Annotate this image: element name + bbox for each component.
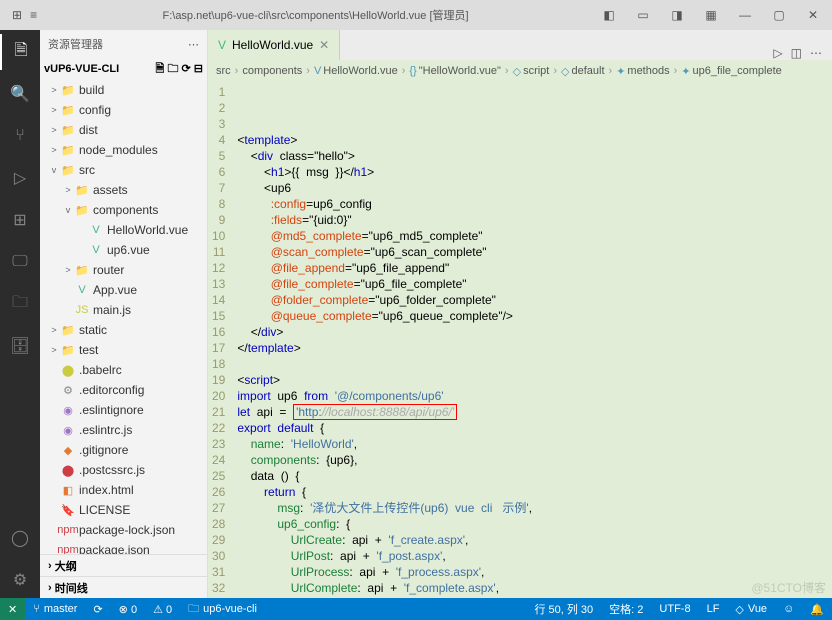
tree-item[interactable]: ◆.gitignore — [40, 440, 207, 460]
git-sync[interactable]: ⟳ — [85, 598, 110, 620]
tree-item[interactable]: >📁build — [40, 80, 207, 100]
tree-item[interactable]: ⬤.babelrc — [40, 360, 207, 380]
breadcrumb-item[interactable]: {} "HelloWorld.vue" — [409, 65, 501, 77]
encoding[interactable]: UTF-8 — [651, 598, 698, 620]
layout-toggle-icon[interactable]: ◧ — [594, 0, 624, 30]
settings-gear-icon[interactable]: ⚙ — [0, 562, 40, 598]
status-project[interactable]: 🗀up6-vue-cli — [180, 598, 265, 620]
language-mode[interactable]: ◇Vue — [727, 598, 775, 620]
remote-explorer-icon[interactable]: 🖵 — [0, 244, 40, 280]
app-icon: ⊞ — [12, 8, 22, 22]
remote-indicator[interactable]: ✕ — [0, 598, 25, 620]
extensions-icon[interactable]: ⊞ — [0, 202, 40, 238]
project-name: UP6-VUE-CLI — [50, 63, 119, 75]
breadcrumb[interactable]: src›components›V HelloWorld.vue›{} "Hell… — [208, 60, 832, 82]
tree-item[interactable]: ⬤.postcssrc.js — [40, 460, 207, 480]
code-editor[interactable]: 1234567891011121314151617181920212223242… — [208, 82, 832, 598]
tree-item[interactable]: >📁test — [40, 340, 207, 360]
eol[interactable]: LF — [699, 598, 728, 620]
customize-layout-icon[interactable]: ▦ — [696, 0, 726, 30]
close-icon[interactable]: ✕ — [798, 0, 828, 30]
refresh-icon[interactable]: ⟳ — [182, 63, 191, 75]
more-actions-icon[interactable]: ⋯ — [810, 46, 822, 60]
more-icon[interactable]: ⋯ — [188, 38, 199, 51]
tree-item[interactable]: npmpackage.json — [40, 540, 207, 554]
code-content[interactable]: @51CTO博客 <template> <div class="hello"> … — [233, 82, 832, 598]
new-folder-icon[interactable]: 🗀 — [167, 63, 178, 75]
title-bar: ⊞ ≡ F:\asp.net\up6-vue-cli\src\component… — [0, 0, 832, 30]
panel-toggle-icon[interactable]: ▭ — [628, 0, 658, 30]
tree-item[interactable]: ◉.eslintignore — [40, 400, 207, 420]
tree-item[interactable]: Vup6.vue — [40, 240, 207, 260]
editor-area: V HelloWorld.vue ✕ ▷ ◫ ⋯ src›components›… — [208, 30, 832, 598]
tree-item[interactable]: ⚙.editorconfig — [40, 380, 207, 400]
source-control-icon[interactable]: ⑂ — [0, 118, 40, 154]
feedback-icon[interactable]: ☺ — [775, 598, 802, 620]
tree-item[interactable]: >📁assets — [40, 180, 207, 200]
explorer-title: 资源管理器 — [48, 36, 103, 52]
account-icon[interactable]: ◯ — [0, 520, 40, 556]
window-title: F:\asp.net\up6-vue-cli\src\components\He… — [37, 7, 594, 23]
editor-tabs: V HelloWorld.vue ✕ ▷ ◫ ⋯ — [208, 30, 832, 60]
tree-item[interactable]: >📁dist — [40, 120, 207, 140]
new-file-icon[interactable]: 🗎 — [156, 63, 165, 75]
tree-item[interactable]: >📁static — [40, 320, 207, 340]
notifications-icon[interactable]: 🔔 — [802, 598, 832, 620]
hamburger-menu-icon[interactable]: ≡ — [30, 8, 37, 22]
breadcrumb-item[interactable]: components — [242, 65, 302, 77]
tree-item[interactable]: JSmain.js — [40, 300, 207, 320]
vue-file-icon: V — [218, 38, 226, 52]
collapse-icon[interactable]: ⊟ — [194, 63, 203, 75]
tree-item[interactable]: npmpackage-lock.json — [40, 520, 207, 540]
problems-errors[interactable]: ⊗ 0 — [111, 598, 145, 620]
tab-close-icon[interactable]: ✕ — [319, 38, 329, 52]
timeline-section[interactable]: › 时间线 — [40, 576, 207, 598]
status-bar: ✕ ⑂master ⟳ ⊗ 0 ⚠ 0 🗀up6-vue-cli 行 50, 列… — [0, 598, 832, 620]
git-branch[interactable]: ⑂master — [25, 598, 85, 620]
tree-item[interactable]: >📁router — [40, 260, 207, 280]
run-icon[interactable]: ▷ — [773, 46, 782, 60]
indentation[interactable]: 空格: 2 — [601, 598, 651, 620]
tree-item[interactable]: >📁config — [40, 100, 207, 120]
activity-bar: 🗎 🔍 ⑂ ▷ ⊞ 🖵 🗀 🗄 ◯ ⚙ — [0, 30, 40, 598]
tree-item[interactable]: 🔖LICENSE — [40, 500, 207, 520]
tree-item[interactable]: VHelloWorld.vue — [40, 220, 207, 240]
project-root[interactable]: v UP6-VUE-CLI 🗎 🗀 ⟳ ⊟ — [40, 58, 207, 80]
run-debug-icon[interactable]: ▷ — [0, 160, 40, 196]
tree-item[interactable]: v📁src — [40, 160, 207, 180]
breadcrumb-item[interactable]: src — [216, 65, 231, 77]
breadcrumb-item[interactable]: ◇ script — [513, 65, 550, 78]
tab-helloworld[interactable]: V HelloWorld.vue ✕ — [208, 30, 340, 60]
maximize-icon[interactable]: ▢ — [764, 0, 794, 30]
split-editor-icon[interactable]: ◫ — [791, 46, 802, 60]
database-icon[interactable]: 🗄 — [0, 328, 40, 364]
explorer-sidebar: 资源管理器 ⋯ v UP6-VUE-CLI 🗎 🗀 ⟳ ⊟ >📁build>📁c… — [40, 30, 208, 598]
problems-warnings[interactable]: ⚠ 0 — [145, 598, 180, 620]
breadcrumb-item[interactable]: ✦ up6_file_complete — [681, 65, 782, 78]
breadcrumb-item[interactable]: V HelloWorld.vue — [314, 65, 398, 77]
outline-section[interactable]: › 大纲 — [40, 554, 207, 576]
tree-item[interactable]: ◉.eslintrc.js — [40, 420, 207, 440]
tab-title: HelloWorld.vue — [232, 38, 313, 52]
cursor-position[interactable]: 行 50, 列 30 — [526, 598, 601, 620]
tree-item[interactable]: VApp.vue — [40, 280, 207, 300]
file-tree: >📁build>📁config>📁dist>📁node_modulesv📁src… — [40, 80, 207, 554]
sidebar-toggle-icon[interactable]: ◨ — [662, 0, 692, 30]
minimize-icon[interactable]: ― — [730, 0, 760, 30]
tree-item[interactable]: v📁components — [40, 200, 207, 220]
breadcrumb-item[interactable]: ◇ default — [561, 65, 605, 78]
search-icon[interactable]: 🔍 — [0, 76, 40, 112]
line-gutter: 1234567891011121314151617181920212223242… — [208, 82, 233, 598]
explorer-icon[interactable]: 🗎 — [0, 34, 40, 70]
tree-item[interactable]: ◧index.html — [40, 480, 207, 500]
folder-icon[interactable]: 🗀 — [0, 286, 40, 322]
breadcrumb-item[interactable]: ✦ methods — [616, 65, 669, 78]
tree-item[interactable]: >📁node_modules — [40, 140, 207, 160]
